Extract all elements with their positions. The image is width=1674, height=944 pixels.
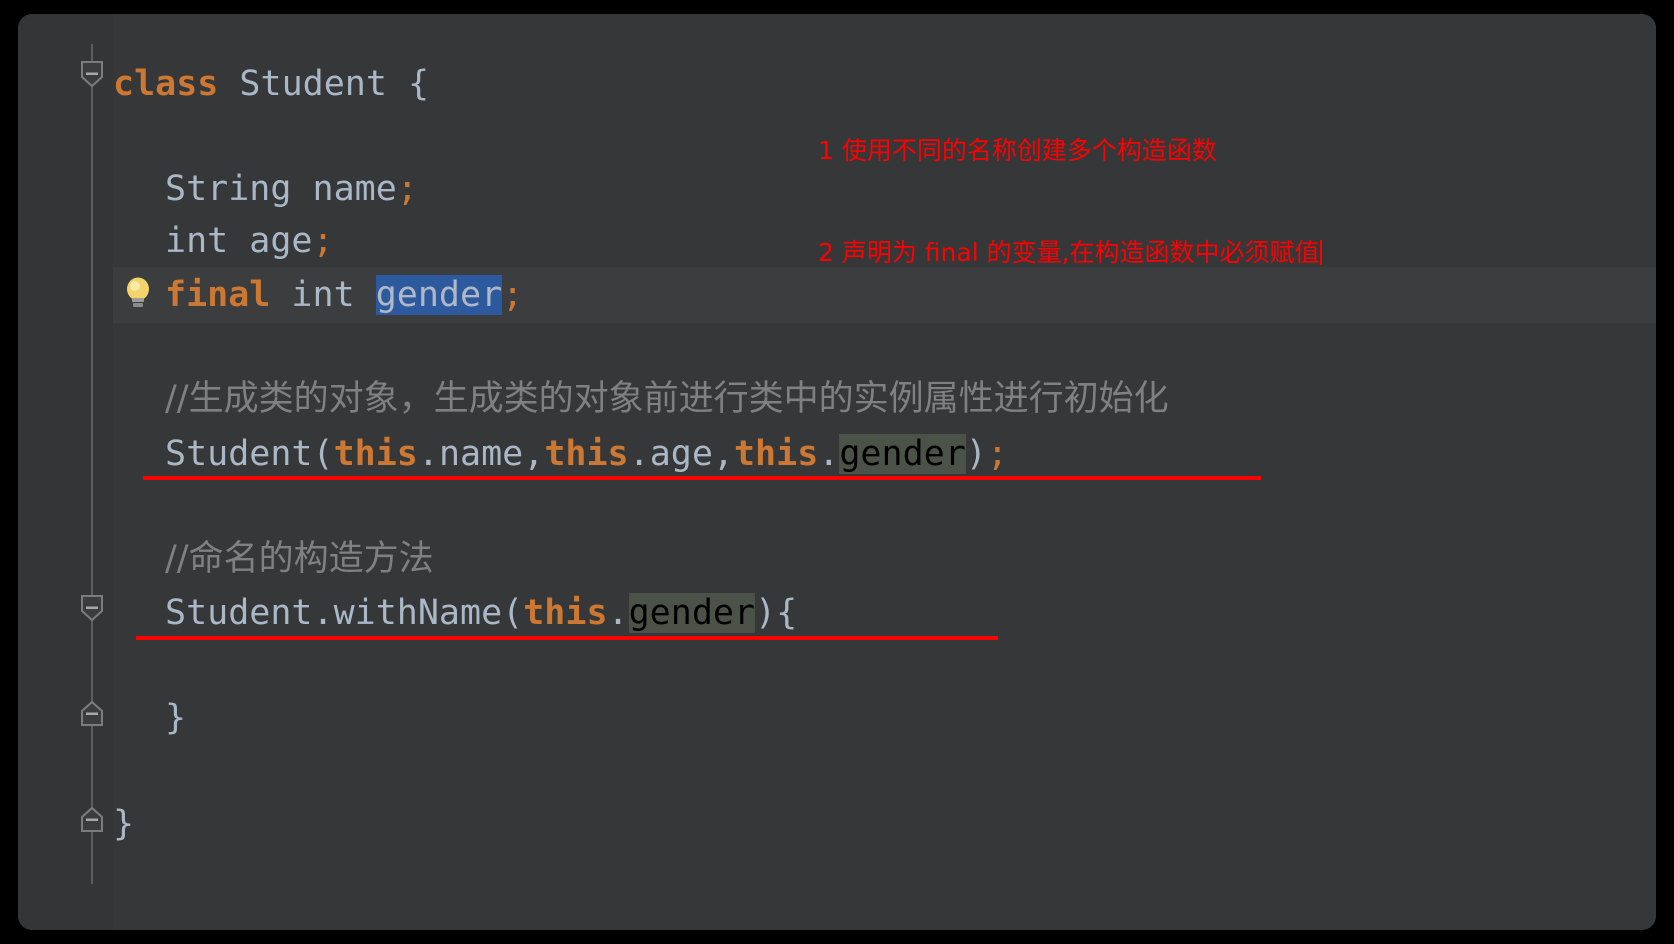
code-token: ; (312, 221, 334, 261)
code-token: ( (312, 434, 334, 474)
application-window: class Student {String name; int age; final… (0, 0, 1674, 944)
line-constructor[interactable]: Student(this.name,this.age,this.gender); (165, 428, 1008, 480)
annotation-line-2: 2 声明为 final 的变量,在构造函数中必须赋值 (818, 238, 1320, 267)
code-token: Student.withName (165, 593, 503, 633)
code-token: gender (839, 434, 966, 474)
code-token: int age (165, 221, 313, 261)
code-token: gender (628, 593, 756, 633)
code-token: this (733, 434, 819, 474)
code-token: .name, (417, 434, 545, 474)
line-class-close-brace[interactable]: } (113, 798, 134, 850)
code-token: this (523, 593, 608, 633)
code-token: } (113, 804, 135, 844)
code-token: this (333, 434, 418, 474)
code-token: Student (218, 64, 409, 104)
code-token: ) (755, 593, 777, 633)
code-token: ( (502, 593, 524, 633)
line-comment-named[interactable]: //命名的构造方法 (165, 533, 434, 585)
editor-gutter[interactable] (18, 14, 113, 930)
code-structure-guide-line (91, 44, 93, 884)
code-token: class (113, 64, 219, 104)
code-token: ; (396, 169, 418, 209)
text-caret (1319, 240, 1322, 265)
fold-marker-method-open[interactable] (77, 592, 107, 622)
code-token: { (776, 593, 798, 633)
code-token: } (165, 698, 187, 738)
code-token: this (544, 434, 629, 474)
line-field-gender[interactable]: final int gender; (165, 269, 523, 321)
code-token: int (270, 275, 376, 315)
code-token: final (165, 275, 271, 315)
code-token: . (607, 593, 629, 633)
line-comment-object[interactable]: //生成类的对象，生成类的对象前进行类中的实例属性进行初始化 (165, 373, 1169, 425)
code-token: .age, (628, 434, 734, 474)
code-token: . (818, 434, 840, 474)
code-token: String name (165, 169, 397, 209)
line-field-name[interactable]: String name; (165, 163, 418, 215)
red-underline-named-constructor (136, 636, 998, 640)
code-token: ; (986, 434, 1008, 474)
code-token: Student (165, 434, 313, 474)
code-token: { (408, 64, 430, 104)
code-token: gender (375, 275, 503, 315)
line-named-constructor[interactable]: Student.withName(this.gender){ (165, 587, 797, 639)
code-token: ; (502, 275, 524, 315)
line-field-age[interactable]: int age; (165, 215, 334, 267)
annotation-line-1: 1 使用不同的名称创建多个构造函数 (818, 136, 1217, 165)
line-method-close-brace[interactable]: } (165, 692, 186, 744)
fold-marker-method-close[interactable] (77, 698, 107, 728)
annotation-line-2-wrap: 2 声明为 final 的变量,在构造函数中必须赋值 (818, 236, 1322, 270)
code-token: //命名的构造方法 (165, 539, 434, 579)
code-editor-surface[interactable]: class Student {String name; int age; final… (18, 14, 1656, 930)
code-token: ) (965, 434, 987, 474)
red-underline-constructor (143, 476, 1261, 480)
line-class-declaration[interactable]: class Student { (113, 58, 429, 110)
code-token: //生成类的对象，生成类的对象前进行类中的实例属性进行初始化 (165, 379, 1169, 419)
fold-marker-class-open[interactable] (77, 58, 107, 88)
red-annotation-note: 1 使用不同的名称创建多个构造函数 2 声明为 final 的变量,在构造函数中… (818, 66, 1322, 338)
fold-marker-class-close[interactable] (77, 804, 107, 834)
